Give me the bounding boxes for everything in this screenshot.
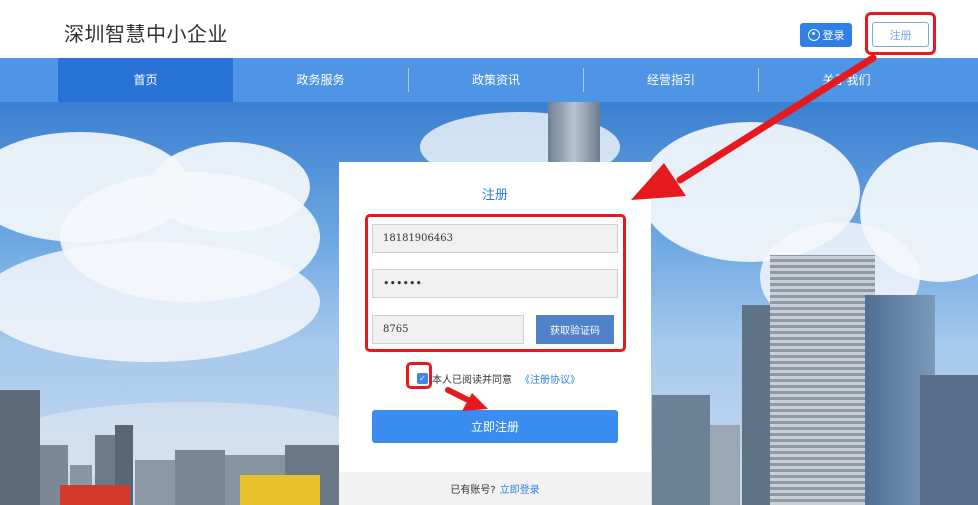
highlight-box-checkbox	[406, 362, 432, 389]
nav-item-government-services[interactable]: 政务服务	[233, 58, 408, 102]
agreement-row: ✓ 本人已阅读并同意 《注册协议》	[417, 371, 580, 386]
nav-item-home[interactable]: 首页	[58, 58, 233, 102]
login-link[interactable]: 立即登录	[500, 481, 540, 496]
site-logo[interactable]: 深圳智慧中小企业	[64, 18, 228, 47]
agreement-text: 本人已阅读并同意	[432, 375, 512, 386]
card-footer: 已有账号? 立即登录	[339, 472, 651, 505]
nav-item-about-us[interactable]: 关于我们	[759, 58, 934, 102]
user-icon	[807, 29, 820, 41]
register-submit-button[interactable]: 立即注册	[372, 410, 618, 443]
register-title: 注册	[481, 188, 508, 203]
highlight-box-register	[865, 12, 936, 55]
agreement-link[interactable]: 《注册协议》	[520, 371, 580, 386]
nav-item-business-guide[interactable]: 经营指引	[584, 58, 758, 102]
login-button[interactable]: 登录	[800, 23, 852, 47]
footer-text: 已有账号?	[450, 485, 496, 496]
header: 深圳智慧中小企业 登录 注册	[0, 0, 978, 58]
nav-item-policy-news[interactable]: 政策资讯	[409, 58, 583, 102]
main-nav: 首页 政务服务 政策资讯 经营指引 关于我们	[0, 58, 978, 102]
login-button-label: 登录	[822, 29, 845, 42]
highlight-box-form-fields	[365, 214, 626, 352]
